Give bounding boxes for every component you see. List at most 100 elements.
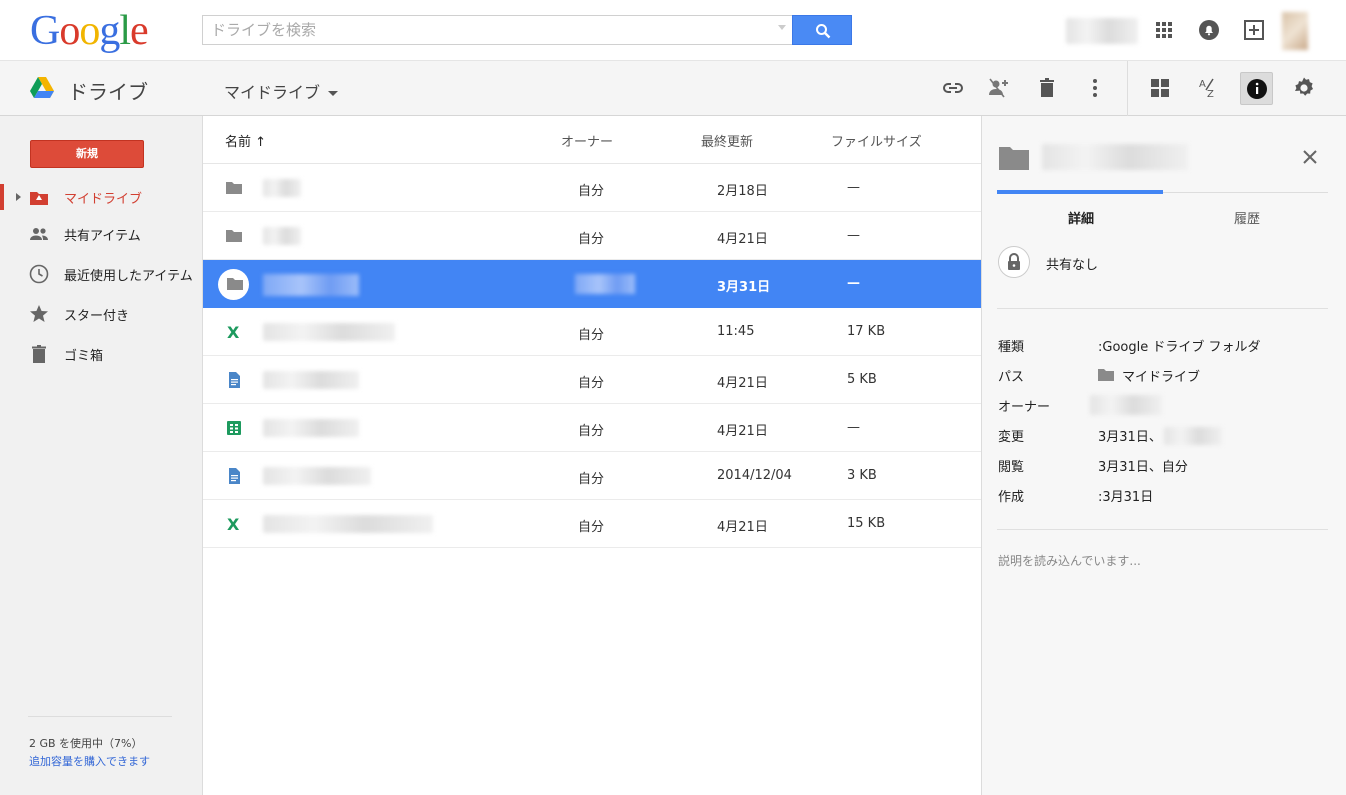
prop-key-modified: 変更 (998, 430, 1025, 445)
apps-grid-icon[interactable] (1152, 18, 1176, 42)
file-row[interactable]: X 自分 4月21日 15 KB (203, 500, 981, 548)
folder-icon (226, 230, 242, 242)
prop-key-viewed: 閲覧 (998, 460, 1025, 475)
file-row[interactable]: 自分 4月21日 5 KB (203, 356, 981, 404)
file-row-selected[interactable]: 3月31日 — (203, 260, 981, 308)
file-owner: 自分 (578, 328, 605, 343)
prop-key-path: パス (998, 370, 1025, 385)
details-toggle-button[interactable] (1240, 72, 1273, 105)
lock-icon (1008, 253, 1020, 270)
close-icon[interactable] (1302, 149, 1318, 165)
file-modified: 4月21日 (717, 520, 768, 535)
file-size: 3 KB (847, 468, 877, 483)
file-name-redacted (263, 179, 301, 197)
file-row[interactable]: 自分 4月21日 — (203, 404, 981, 452)
search-box (202, 15, 792, 45)
logo-letter: o (59, 8, 80, 54)
logo-letter: G (30, 8, 60, 54)
sidebar-item-label: マイドライブ (64, 192, 143, 207)
link-icon[interactable] (941, 76, 965, 100)
storage-quota-text: 2 GB を使用中（7%） (29, 737, 143, 750)
buy-storage-link[interactable]: 追加容量を購入できます (29, 753, 150, 769)
search-icon (816, 24, 831, 39)
tab-activity[interactable]: 履歴 (1234, 208, 1260, 227)
notifications-bell-icon[interactable] (1197, 18, 1221, 42)
sidebar-item-shared[interactable]: 共有アイテム (0, 221, 203, 247)
file-row[interactable]: 自分 4月21日 — (203, 212, 981, 260)
sidebar-item-label: 最近使用したアイテム (64, 269, 193, 284)
file-size: 5 KB (847, 372, 877, 387)
prop-value-modified: 3月31日、 (1098, 426, 1222, 445)
svg-text:Z: Z (1207, 89, 1214, 100)
column-header-modified[interactable]: 最終更新 (701, 131, 753, 150)
star-icon (30, 305, 48, 322)
sidebar-item-starred[interactable]: スター付き (0, 301, 203, 327)
file-name-redacted (263, 515, 433, 533)
search-input[interactable] (203, 16, 763, 44)
logo-letter: e (130, 8, 149, 54)
prop-key-owner: オーナー (998, 400, 1051, 415)
sidebar-item-label: 共有アイテム (64, 229, 141, 244)
file-row[interactable]: 自分 2月18日 — (203, 164, 981, 212)
prop-value-created: :3月31日 (1098, 490, 1154, 505)
sidebar-item-my-drive[interactable]: マイドライブ (0, 184, 203, 210)
path-label: マイドライブ (1122, 370, 1201, 385)
sidebar-item-recent[interactable]: 最近使用したアイテム (0, 261, 203, 287)
logo-letter: l (119, 8, 131, 54)
file-row[interactable]: 自分 2014/12/04 3 KB (203, 452, 981, 500)
file-name-redacted (263, 371, 359, 389)
logo-letter: g (99, 8, 120, 54)
avatar[interactable] (1282, 12, 1308, 50)
search-button[interactable] (792, 15, 852, 45)
prop-value-type: :Google ドライブ フォルダ (1098, 340, 1261, 355)
file-size: — (847, 228, 860, 243)
prop-value-viewed: 3月31日、自分 (1098, 460, 1188, 475)
expand-arrow-icon[interactable] (16, 193, 21, 201)
document-file-icon (229, 372, 240, 388)
trash-icon[interactable] (1035, 76, 1059, 100)
column-header-size[interactable]: ファイルサイズ (831, 131, 922, 150)
file-size: 15 KB (847, 516, 886, 531)
sort-az-icon[interactable]: A Z (1196, 76, 1220, 100)
new-button[interactable]: 新規 (30, 140, 144, 168)
file-name-redacted (263, 323, 395, 341)
owner-redacted (1090, 395, 1162, 415)
my-drive-icon (30, 192, 48, 205)
app-toolbar: ドライブ マイドライブ A Z (0, 60, 1346, 117)
drive-logo-icon (30, 77, 54, 98)
divider (28, 716, 172, 717)
logo-letter: o (79, 8, 100, 54)
file-name-redacted (263, 467, 371, 485)
file-modified: 4月21日 (717, 376, 768, 391)
tab-details[interactable]: 詳細 (1068, 208, 1094, 227)
svg-text:X: X (227, 323, 240, 341)
excel-file-icon: X (227, 515, 240, 533)
location-menu-button[interactable]: マイドライブ (224, 79, 339, 103)
prop-value-path[interactable]: マイドライブ (1098, 366, 1200, 385)
add-person-share-icon[interactable] (987, 76, 1011, 100)
google-logo[interactable]: Google (30, 8, 149, 54)
folder-name-redacted (1042, 144, 1188, 170)
file-owner: 自分 (578, 376, 605, 391)
file-row[interactable]: X 自分 11:45 17 KB (203, 308, 981, 356)
svg-text:X: X (227, 515, 240, 533)
location-menu-label: マイドライブ (224, 83, 321, 102)
sidebar-item-label: スター付き (64, 309, 130, 324)
grid-view-icon[interactable] (1148, 76, 1172, 100)
settings-gear-icon[interactable] (1292, 76, 1316, 100)
share-plus-icon[interactable] (1242, 18, 1266, 42)
more-vertical-icon[interactable] (1083, 76, 1107, 100)
column-header-name[interactable]: 名前 ↑ (225, 131, 266, 150)
divider (997, 529, 1328, 530)
file-modified: 4月21日 (717, 232, 768, 247)
details-panel: 詳細 履歴 共有なし 種類 :Google ドライブ フォルダ パス マイドライ… (981, 116, 1346, 795)
file-owner: 自分 (578, 472, 605, 487)
file-owner: 自分 (578, 424, 605, 439)
folder-icon (1098, 369, 1114, 381)
column-header-owner[interactable]: オーナー (561, 131, 613, 150)
sidebar-item-trash[interactable]: ゴミ箱 (0, 341, 203, 367)
description-loading-text: 説明を読み込んでいます... (998, 554, 1141, 568)
search-options-dropdown-icon[interactable] (778, 25, 786, 30)
file-modified: 2月18日 (717, 184, 768, 199)
file-name-redacted (263, 419, 359, 437)
